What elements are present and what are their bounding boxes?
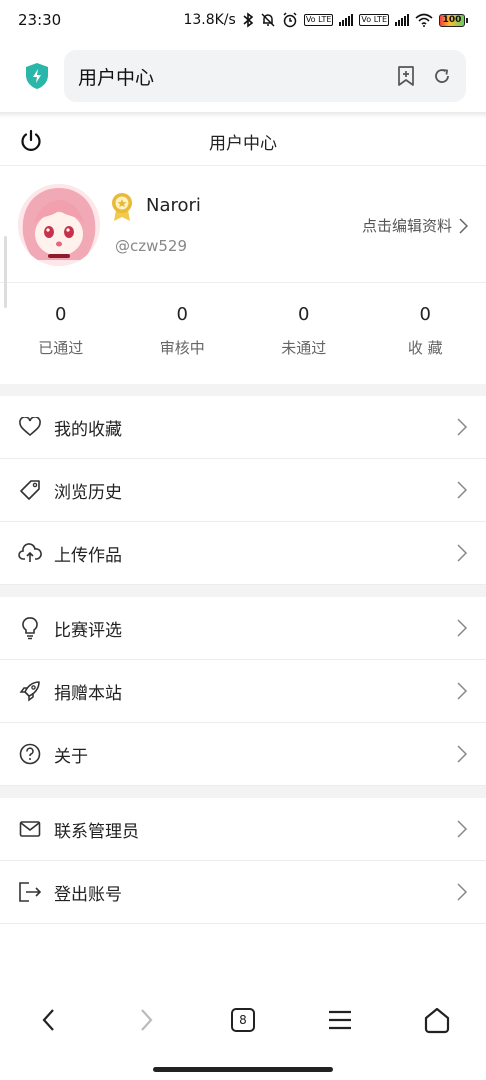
chevron-right-icon [457,745,468,763]
stat-value: 0 [298,304,310,325]
hamburger-icon [329,1010,352,1030]
bookmark-add-icon[interactable] [394,64,418,88]
cloud-upload-icon [18,541,42,565]
menu-button[interactable] [316,996,364,1044]
menu-item-contact-admin[interactable]: 联系管理员 [0,798,486,861]
section-gap [0,786,486,798]
menu-group-account: 联系管理员 登出账号 [0,798,486,924]
rocket-icon [18,679,42,703]
stat-label: 审核中 [159,339,205,357]
alarm-icon [283,12,297,28]
question-circle-icon [18,742,42,766]
stat-label: 收 藏 [407,339,443,357]
menu-group-site: 比赛评选 捐赠本站 关于 [0,597,486,786]
avatar[interactable] [18,184,100,266]
menu-item-history[interactable]: 浏览历史 [0,459,486,522]
mail-icon [18,817,42,841]
chevron-right-icon [457,418,468,436]
forward-button[interactable] [122,996,170,1044]
power-icon[interactable] [18,128,44,154]
logout-icon [18,880,42,904]
stat-rejected[interactable]: 0 未通过 [243,284,365,384]
signal-icon-1 [339,14,354,26]
menu-item-label: 关于 [54,746,88,767]
username: Narori [146,195,201,216]
chevron-right-icon [457,820,468,838]
menu-item-contest[interactable]: 比赛评选 [0,597,486,660]
status-icons: 13.8K/s Vo LTE Vo LTE 100 [183,12,468,28]
menu-item-label: 浏览历史 [54,482,122,503]
security-shield-icon[interactable] [22,61,52,91]
menu-item-upload[interactable]: 上传作品 [0,522,486,585]
menu-item-favorites[interactable]: 我的收藏 [0,396,486,459]
back-button[interactable] [25,996,73,1044]
medal-icon [110,192,134,222]
signal-icon-2 [395,14,409,26]
stat-approved[interactable]: 0 已通过 [0,284,122,384]
home-icon [425,1007,450,1034]
chevron-right-icon [457,481,468,499]
stat-label: 未通过 [281,339,327,357]
tabs-button[interactable]: 8 [219,996,267,1044]
chevron-right-icon [457,682,468,700]
battery-level: 100 [439,13,465,27]
menu-item-label: 捐赠本站 [54,683,122,704]
menu-group-content: 我的收藏 浏览历史 上传作品 [0,396,486,585]
page-header: 用户中心 [0,118,486,166]
menu-item-logout[interactable]: 登出账号 [0,861,486,924]
heart-icon [18,415,42,439]
section-gap [0,585,486,597]
user-handle: @czw529 [115,237,188,255]
browser-bottom-nav: 8 [0,990,486,1050]
page-title: 用户中心 [209,134,277,154]
chevron-right-icon [457,619,468,637]
stat-favorites[interactable]: 0 收 藏 [365,284,486,384]
status-time: 23:30 [18,11,62,29]
tag-icon [18,478,42,502]
menu-item-label: 联系管理员 [54,821,139,842]
menu-item-about[interactable]: 关于 [0,723,486,786]
stat-reviewing[interactable]: 0 审核中 [122,284,244,384]
menu-item-label: 登出账号 [54,884,122,905]
address-text[interactable]: 用户中心 [78,63,382,90]
wifi-icon [415,13,433,27]
lightbulb-icon [18,616,42,640]
battery-icon: 100 [439,13,468,27]
stat-value: 0 [55,304,67,325]
menu-item-label: 我的收藏 [54,419,122,440]
back-icon [42,1009,54,1031]
edit-profile-label: 点击编辑资料 [361,217,452,235]
chevron-right-icon [457,883,468,901]
gesture-home-bar[interactable] [153,1067,333,1072]
bluetooth-icon [243,12,254,28]
section-gap [0,384,486,396]
reload-icon[interactable] [430,64,454,88]
address-bar[interactable]: 用户中心 [64,50,466,102]
stat-value: 0 [419,304,431,325]
profile-card[interactable]: Narori @czw529 点击编辑资料 [0,167,486,283]
status-bar: 23:30 13.8K/s Vo LTE Vo LTE 100 [0,0,486,40]
mute-bell-icon [261,13,275,27]
stat-label: 已通过 [38,339,84,357]
browser-toolbar: 用户中心 [0,40,486,112]
tab-count: 8 [230,1008,255,1032]
menu-item-label: 上传作品 [54,545,122,566]
menu-item-donate[interactable]: 捐赠本站 [0,660,486,723]
chevron-right-icon [457,544,468,562]
stat-value: 0 [176,304,188,325]
volte-badge-1: Vo LTE [303,14,334,26]
edit-profile-link[interactable]: 点击编辑资料 [362,215,468,236]
network-speed: 13.8K/s [183,12,236,28]
chevron-right-icon [459,217,468,234]
menu-item-label: 比赛评选 [54,620,122,641]
home-button[interactable] [413,996,461,1044]
forward-icon [140,1009,153,1031]
volte-badge-2: Vo LTE [359,14,389,26]
stats-bar: 0 已通过 0 审核中 0 未通过 0 收 藏 [0,284,486,384]
